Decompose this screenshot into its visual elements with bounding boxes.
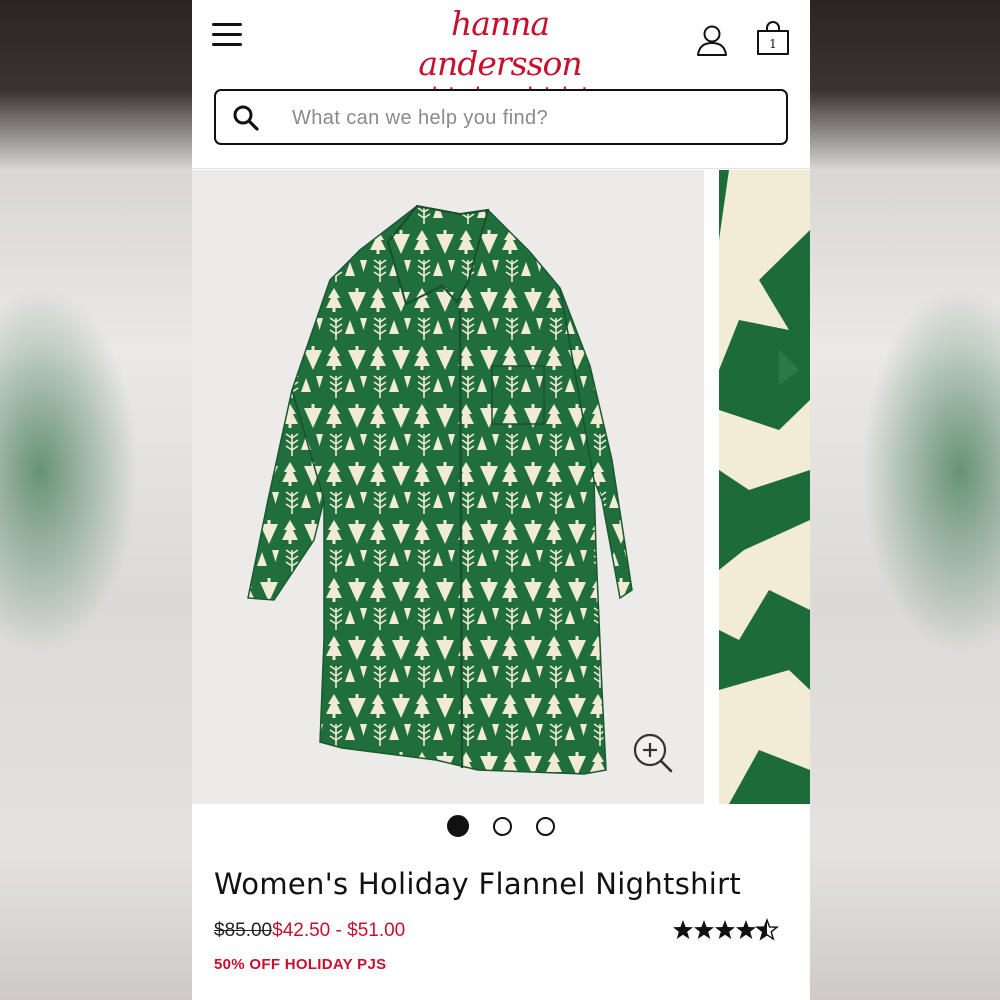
promo-label: 50% OFF HOLIDAY PJS (214, 956, 387, 973)
brand-logo[interactable]: hanna andersson made to play. made to la… (380, 4, 620, 99)
sale-price: $42.50 - $51.00 (272, 920, 406, 941)
search-icon[interactable] (232, 104, 260, 132)
carousel-dot-1[interactable] (446, 815, 469, 837)
shopping-bag-icon[interactable]: 1 (755, 20, 791, 58)
search-input[interactable] (290, 101, 774, 135)
product-image-nightshirt[interactable] (192, 170, 704, 804)
carousel-dots (192, 815, 810, 841)
carousel-dot-2[interactable] (493, 816, 512, 836)
product-image-fabric-closeup[interactable] (719, 170, 810, 804)
site-header: hanna andersson made to play. made to la… (192, 0, 810, 169)
product-image-carousel[interactable] (192, 170, 810, 804)
bag-count-badge: 1 (769, 37, 777, 51)
price-row: $85.00$42.50 - $51.00 (214, 920, 405, 942)
hamburger-menu-icon[interactable] (212, 20, 244, 50)
logo-wordmark: hanna andersson (418, 4, 582, 83)
search-bar[interactable] (214, 89, 788, 145)
original-price: $85.00 (214, 920, 273, 941)
star-rating[interactable] (672, 917, 782, 943)
account-icon[interactable] (695, 22, 731, 58)
zoom-in-icon[interactable] (632, 732, 674, 774)
carousel-dot-3[interactable] (536, 816, 556, 836)
product-title: Women's Holiday Flannel Nightshirt (214, 867, 742, 901)
mobile-page: hanna andersson made to play. made to la… (192, 0, 810, 1000)
